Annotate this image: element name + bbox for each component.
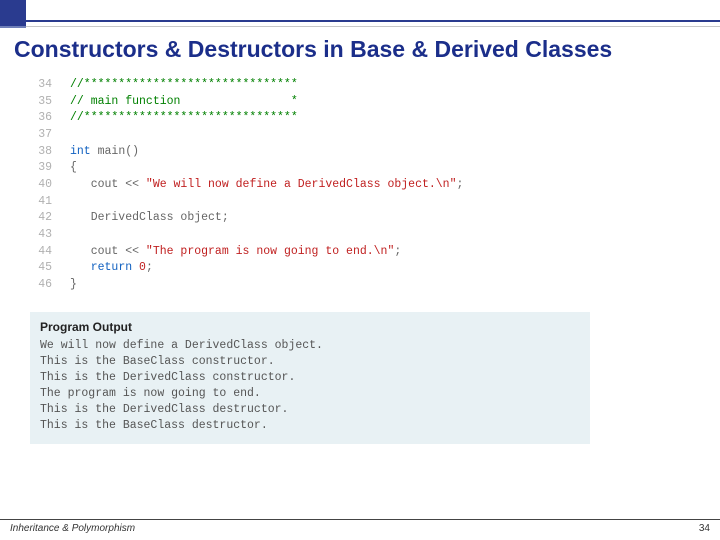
output-heading: Program Output [40,320,580,334]
header-subline [0,26,720,32]
line-number: 46 [30,277,70,294]
footer-topic: Inheritance & Polymorphism [10,523,135,534]
line-number: 35 [30,94,70,111]
footer: Inheritance & Polymorphism 34 [0,519,720,534]
code-line: 35// main function * [30,94,463,111]
code-line: 40 cout << "We will now define a Derived… [30,177,463,194]
code-line: 45 return 0; [30,260,463,277]
code-text: return 0; [70,260,463,277]
code-text [70,227,463,244]
code-line: 36//******************************* [30,110,463,127]
line-number: 39 [30,160,70,177]
program-output-box: Program Output We will now define a Deri… [30,312,590,445]
code-text: cout << "The program is now going to end… [70,244,463,261]
line-number: 45 [30,260,70,277]
line-number: 37 [30,127,70,144]
page-number: 34 [699,523,710,534]
header-decoration [0,0,720,26]
code-line: 46} [30,277,463,294]
code-text: //******************************* [70,77,463,94]
code-line: 42 DerivedClass object; [30,210,463,227]
code-text: int main() [70,144,463,161]
line-number: 38 [30,144,70,161]
code-text: { [70,160,463,177]
code-line: 34//******************************* [30,77,463,94]
output-text: We will now define a DerivedClass object… [40,338,580,435]
line-number: 42 [30,210,70,227]
code-line: 41 [30,194,463,211]
code-text [70,127,463,144]
code-line: 43 [30,227,463,244]
line-number: 41 [30,194,70,211]
code-line: 39{ [30,160,463,177]
code-text: } [70,277,463,294]
code-text: cout << "We will now define a DerivedCla… [70,177,463,194]
code-line: 38int main() [30,144,463,161]
code-text: //******************************* [70,110,463,127]
code-block: 34//*******************************35// … [30,77,463,294]
code-area: 34//*******************************35// … [0,71,720,294]
code-text [70,194,463,211]
code-line: 37 [30,127,463,144]
page-title: Constructors & Destructors in Base & Der… [0,32,720,71]
line-number: 36 [30,110,70,127]
line-number: 34 [30,77,70,94]
header-square [0,0,26,26]
code-line: 44 cout << "The program is now going to … [30,244,463,261]
line-number: 44 [30,244,70,261]
line-number: 40 [30,177,70,194]
code-text: // main function * [70,94,463,111]
header-line [26,20,720,22]
code-text: DerivedClass object; [70,210,463,227]
line-number: 43 [30,227,70,244]
